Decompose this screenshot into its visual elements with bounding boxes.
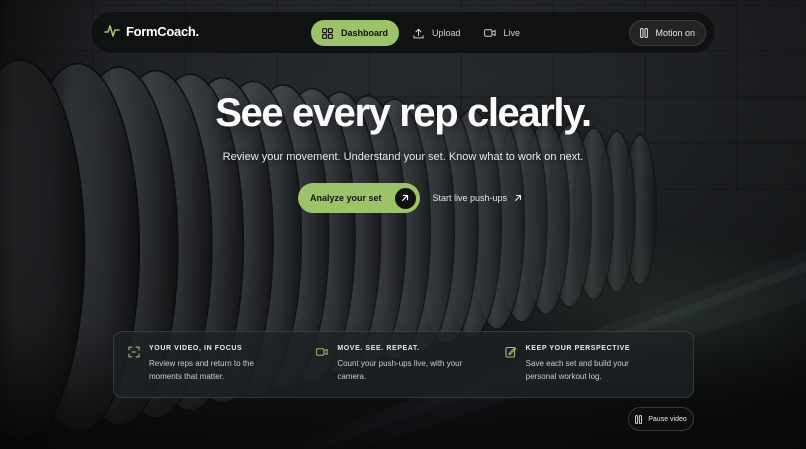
feature-title: MOVE. SEE. REPEAT. (337, 345, 420, 352)
arrow-up-right-icon (401, 194, 409, 202)
pulse-icon (104, 25, 120, 37)
notebook-edit-icon (505, 346, 516, 358)
feature-item: KEEP YOUR PERSPECTIVE Save each set and … (505, 345, 693, 397)
start-live-pushups-link[interactable]: Start live push-ups (433, 193, 523, 203)
video-camera-icon (316, 348, 328, 356)
nav-item-label: Upload (432, 28, 461, 38)
nav-item-label: Dashboard (341, 28, 389, 38)
arrow-circle (394, 187, 416, 209)
feature-item: MOVE. SEE. REPEAT. Count your push-ups l… (316, 345, 504, 397)
nav-item-label: Live (503, 28, 521, 38)
features-card: YOUR VIDEO, IN FOCUS Review reps and ret… (113, 331, 694, 398)
nav-links: Dashboard Upload Live (311, 20, 520, 46)
nav-item-upload[interactable]: Upload (413, 20, 461, 46)
motion-toggle-label: Motion on (655, 28, 695, 38)
start-live-pushups-label: Start live push-ups (432, 193, 508, 203)
nav-item-live[interactable]: Live (483, 20, 521, 46)
brand-logo[interactable]: FormCoach. (104, 23, 199, 39)
hero-subtitle: Review your movement. Understand your se… (222, 151, 584, 163)
feature-description: Review reps and return to the moments th… (149, 359, 254, 381)
pause-video-button[interactable]: Pause video (628, 407, 694, 431)
feature-title: YOUR VIDEO, IN FOCUS (149, 345, 243, 352)
video-camera-icon (483, 29, 496, 37)
pause-video-label: Pause video (648, 415, 687, 423)
hero-actions: Analyze your set Start live push-ups (298, 183, 522, 213)
dashboard-grid-icon (322, 27, 333, 39)
nav-item-dashboard[interactable]: Dashboard (311, 20, 400, 46)
motion-toggle-button[interactable]: Motion on (629, 20, 706, 46)
upload-icon (413, 28, 424, 38)
hero-title: See every rep clearly. (215, 91, 592, 135)
arrow-up-right-icon (515, 194, 522, 202)
feature-title: KEEP YOUR PERSPECTIVE (525, 345, 631, 352)
pause-icon (635, 414, 643, 424)
feature-description: Count your push-ups live, with your came… (337, 359, 463, 381)
focus-frame-icon (128, 346, 140, 358)
feature-item: YOUR VIDEO, IN FOCUS Review reps and ret… (128, 345, 316, 397)
analyze-set-label: Analyze your set (310, 193, 382, 203)
brand-name: FormCoach. (126, 23, 199, 39)
feature-description: Save each set and build your personal wo… (525, 359, 629, 381)
analyze-set-button[interactable]: Analyze your set (298, 183, 420, 213)
top-navigation: FormCoach. Dashboard Upload Live Motion … (90, 11, 716, 54)
pause-icon (640, 28, 649, 38)
